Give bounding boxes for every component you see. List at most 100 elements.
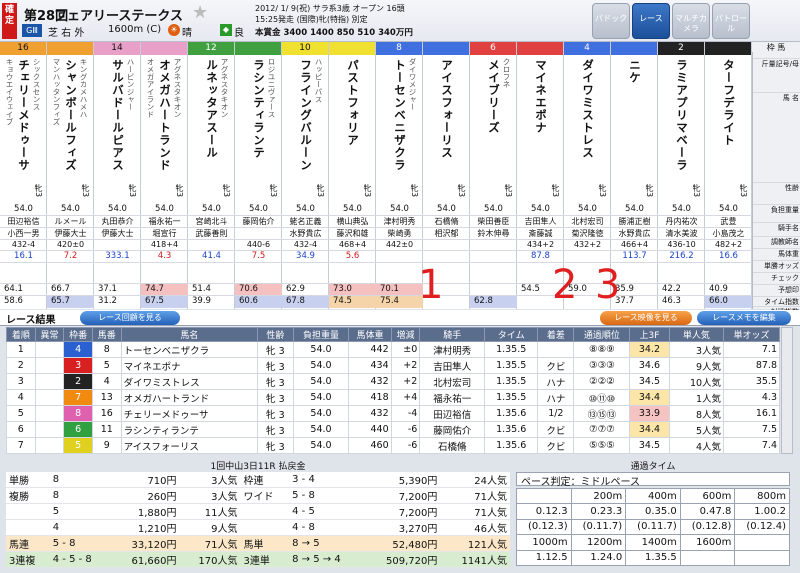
horse-column[interactable]: ターフデライト 牝3 54.0 武豊 小島茂之 482+2 16.6 40.9 66.0 <box>705 42 752 309</box>
horse-check-cell[interactable] <box>47 262 94 283</box>
horse-check-cell[interactable] <box>470 262 517 283</box>
horse-column[interactable]: 8 トーセンベニザクラ ダイワメジャー 牝3 54.0 津村明秀 柴崎勇 442±0 70.1 7… <box>376 42 423 309</box>
result-time: 1.35.6 <box>484 437 539 454</box>
results-column-header[interactable]: タイム <box>484 327 539 342</box>
horse-name[interactable]: ラシンティランテ <box>252 59 267 159</box>
horse-check-cell[interactable] <box>282 262 329 283</box>
horse-check-cell[interactable] <box>141 262 188 283</box>
result-num: 13 <box>91 389 122 406</box>
horse-column[interactable]: 10 フライングバルーン ハッピーパス 牝3 54.0 蛯名正義 水野貴広 432-4 34.9… <box>282 42 329 309</box>
horse-column[interactable]: 16 チェリーメドゥーサ シックスセンス キョウエイウェイブ 牝3 54.0 田辺裕信 小西一… <box>0 42 47 309</box>
paddock-button[interactable]: パドック <box>592 3 630 39</box>
lap-cell: 1.24.0 <box>570 549 627 566</box>
results-row[interactable]: 6 6 11 ラシンティランテ牝 3 54.0 440 -6 藤岡佑介 1.35.6 クビ ⑦⑦⑦ 3… <box>6 421 780 438</box>
results-column-header[interactable]: 増減 <box>390 327 421 342</box>
results-column-header[interactable]: 着差 <box>537 327 575 342</box>
horse-column[interactable]: 12 ルネッタアスール アグネスタキオン 牝3 54.0 宮崎北斗 武藤善則 41.4 51.4… <box>188 42 235 309</box>
horse-check-cell[interactable] <box>376 262 423 283</box>
results-row[interactable]: 1 4 8 トーセンベニザクラ牝 3 54.0 442 ±0 津村明秀 1.35.5 ⑧⑧⑨ 34.… <box>6 341 780 358</box>
horse-check-cell[interactable] <box>188 262 235 283</box>
horse-column[interactable]: シャンボールフィズ キングカメハメハ マンハッタンフィズ 牝3 54.0 ルメール 伊藤大士… <box>47 42 94 309</box>
results-column-header[interactable]: 上3F <box>629 327 670 342</box>
horse-column[interactable]: 2 ラミアプリマベーラ 牝3 54.0 丹内祐次 清水美波 436-10 216.2 42.2 4… <box>658 42 705 309</box>
horse-time-index: 70.6 <box>235 283 282 295</box>
horse-column[interactable]: パストフォリア 牝3 54.0 横山典弘 藤沢和雄 468+4 5.6 73.0 74.5 <box>329 42 376 309</box>
results-column-header[interactable]: 着順 <box>6 327 36 342</box>
results-column-header[interactable]: 単オッズ <box>723 327 780 342</box>
horse-column[interactable]: オメガハートランド アグネスタキオン オメガアイランド 牝3 54.0 福永祐一 堀宣行 41… <box>141 42 188 309</box>
horse-name[interactable]: アイスフォーリス <box>440 59 455 159</box>
results-row[interactable]: 3 2 4 ダイワミストレス牝 3 54.0 432 +2 北村宏司 1.35.5 ハナ ②②② 34… <box>6 373 780 390</box>
results-column-header[interactable]: 騎手 <box>419 327 486 342</box>
result-diff: +2 <box>390 357 421 374</box>
results-row[interactable]: 5 8 16 チェリーメドゥーサ牝 3 54.0 432 -4 田辺裕信 1.35.6 1/2 ⑬⑮… <box>6 405 780 422</box>
results-column-header[interactable]: 単人気 <box>668 327 725 342</box>
horse-check-cell[interactable] <box>658 262 705 283</box>
results-scrollbar[interactable] <box>781 327 793 454</box>
horse-check-cell[interactable] <box>94 262 141 283</box>
results-row[interactable]: 7 5 9 アイスフォーリス牝 3 54.0 460 -6 石橋脩 1.35.6 クビ ⑤⑤⑤ 34.… <box>6 437 780 454</box>
horse-column[interactable]: 14 サルバドールピアス ハービンジャー 牝3 54.0 丸田恭介 伊藤大士 333.1 37.… <box>94 42 141 309</box>
results-title: レース結果 <box>6 315 56 326</box>
horse-weight: 54.0 <box>14 204 33 214</box>
race-video-button[interactable]: レース映像を見る <box>600 311 692 325</box>
lap-cell: 0.12.3 <box>516 503 572 520</box>
results-column-header[interactable]: 馬番 <box>91 327 122 342</box>
results-column-header[interactable]: 馬体重 <box>348 327 392 342</box>
race-button[interactable]: レース <box>632 3 670 39</box>
horse-name[interactable]: フライングバルーン <box>299 59 314 172</box>
multicamera-button[interactable]: マルチカメラ <box>672 3 710 39</box>
results-column-header[interactable]: 通過順位 <box>573 327 631 342</box>
horse-name[interactable]: トーセンベニザクラ <box>393 59 408 172</box>
horse-name[interactable]: サルバドールピアス <box>111 59 126 172</box>
race-replay-button[interactable]: レース回顧を見る <box>80 311 180 325</box>
horse-check-cell[interactable] <box>329 262 376 283</box>
results-column-header[interactable]: 異常 <box>34 327 65 342</box>
horse-name[interactable]: パストフォリア <box>346 59 361 147</box>
patrol-button[interactable]: パトロール <box>712 3 750 39</box>
results-column-header[interactable]: 枠番 <box>63 327 93 342</box>
horse-name[interactable]: マイネエポナ <box>534 59 549 134</box>
combination: 4 - 5 <box>289 503 363 520</box>
horse-weight: 54.0 <box>578 204 597 214</box>
results-row[interactable]: 2 3 5 マイネエポナ牝 3 54.0 434 +2 吉田隼人 1.35.5 クビ ③③③ 34.6… <box>6 357 780 374</box>
result-wt: 54.0 <box>292 437 350 454</box>
row-label: 性齢 <box>753 182 800 193</box>
popularity: 170人気 <box>179 551 241 568</box>
horse-column[interactable]: ラシンティランテ ロジユニヴァース 牝3 54.0 藤岡佑介 440-6 7.5 70.6 60… <box>235 42 282 309</box>
horse-name[interactable]: ルネッタアスール <box>205 59 220 159</box>
horse-column[interactable]: 6 メイブリーズ クロフネ 牝3 54.0 柴田善臣 鈴木伸尋 62.8 <box>470 42 517 309</box>
results-row[interactable]: 4 7 13 オメガハートランド牝 3 54.0 418 +4 福永祐一 1.35.5 ハナ ⑩⑪⑩… <box>6 389 780 406</box>
horse-odds: 5.6 <box>329 250 376 261</box>
horse-weight: 54.0 <box>296 204 315 214</box>
results-column-header[interactable]: 負担重量 <box>292 327 350 342</box>
horse-waku-number: 10 <box>282 42 328 55</box>
horse-sex-age: 牝3 <box>175 184 184 198</box>
results-column-header[interactable]: 性齢 <box>257 327 294 342</box>
horse-match-index: 31.2 <box>94 295 141 308</box>
horse-name[interactable]: ニケ <box>628 59 643 84</box>
horse-check-cell[interactable] <box>0 262 47 283</box>
result-diff: -6 <box>390 421 421 438</box>
horse-check-cell[interactable] <box>705 262 752 283</box>
horse-waku-number: 4 <box>564 42 610 55</box>
horse-name[interactable]: メイブリーズ <box>487 59 502 134</box>
result-pop: 1人気 <box>668 389 725 406</box>
horse-name[interactable]: オメガハートランド <box>158 59 173 172</box>
horse-name[interactable]: ダイワミストレス <box>581 59 596 159</box>
horse-name[interactable]: シャンボールフィズ <box>64 59 79 172</box>
horse-sire: クロフネ <box>502 58 511 88</box>
horse-jockey: 蛯名正義 <box>282 215 329 227</box>
horse-name[interactable]: ラミアプリマベーラ <box>675 59 690 172</box>
horse-check-cell[interactable] <box>235 262 282 283</box>
results-column-header[interactable]: 馬名 <box>120 327 259 342</box>
horse-name[interactable]: チェリーメドゥーサ <box>17 59 32 172</box>
race-memo-button[interactable]: レースメモを編集 <box>697 311 791 325</box>
horse-name[interactable]: ターフデライト <box>722 59 737 147</box>
favorite-star-icon[interactable]: ★ <box>192 2 208 23</box>
result-sex: 牝 3 <box>257 357 294 374</box>
result-margin: クビ <box>537 437 575 454</box>
combination: 3 - 4 <box>289 472 363 488</box>
result-name: アイスフォーリス <box>120 437 259 454</box>
horse-waku-number: 8 <box>376 42 422 55</box>
